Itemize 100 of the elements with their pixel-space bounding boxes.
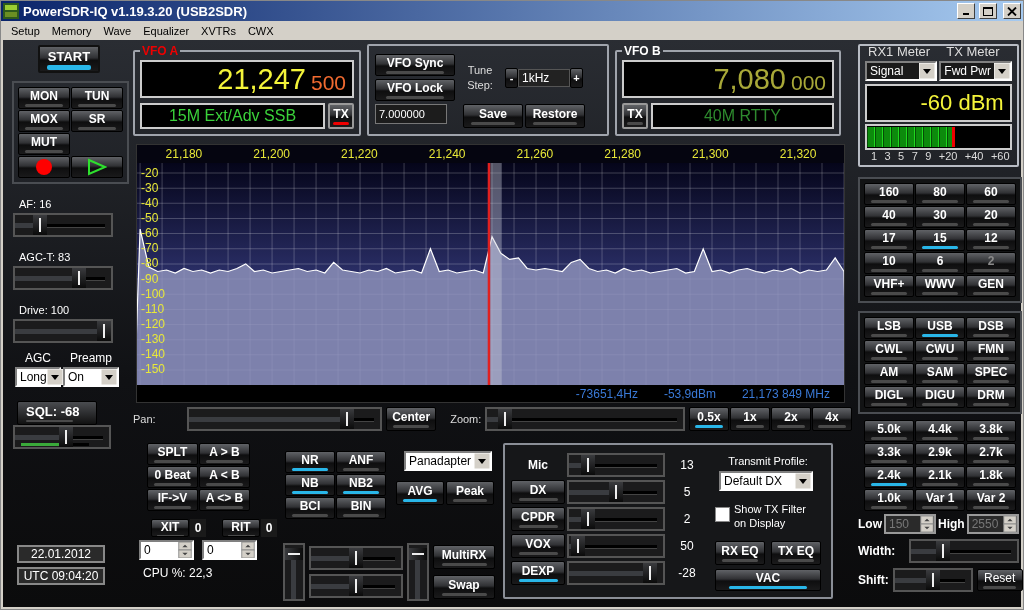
- zoom-button[interactable]: 1x: [730, 407, 770, 431]
- rit-input[interactable]: 0: [202, 540, 257, 560]
- band-button[interactable]: WWV: [915, 275, 965, 297]
- multirx-button[interactable]: MultiRX: [433, 545, 495, 569]
- mode-button[interactable]: CWU: [915, 340, 965, 362]
- tx-meter-dropdown[interactable]: Fwd Pwr: [939, 61, 1012, 81]
- agc-dropdown[interactable]: Long: [15, 367, 61, 387]
- dsp-button[interactable]: BIN: [336, 497, 386, 519]
- vfo-button[interactable]: SPLT: [147, 443, 198, 465]
- slider-thumb[interactable]: [59, 427, 73, 447]
- vfo-lock-button[interactable]: VFO Lock: [375, 79, 455, 101]
- filter-button[interactable]: Var 2: [966, 489, 1016, 511]
- toggle-button[interactable]: TUN: [71, 87, 123, 109]
- band-button[interactable]: 160: [864, 183, 914, 205]
- eq-button[interactable]: TX EQ: [771, 540, 821, 565]
- tx-button[interactable]: TX: [622, 103, 648, 129]
- filter-button[interactable]: 2.1k: [915, 466, 965, 488]
- squelch-button[interactable]: SQL: -68: [17, 401, 97, 425]
- band-button[interactable]: 80: [915, 183, 965, 205]
- zoom-button[interactable]: 4x: [812, 407, 852, 431]
- dsp-button[interactable]: BCI: [285, 497, 335, 519]
- filter-button[interactable]: 2.9k: [915, 443, 965, 465]
- vfo-button[interactable]: 0 Beat: [147, 466, 198, 488]
- reset-button[interactable]: Reset: [976, 569, 1023, 591]
- band-button[interactable]: 10: [864, 252, 914, 274]
- transmit-slider[interactable]: [567, 561, 665, 585]
- filter-button[interactable]: 3.8k: [966, 420, 1016, 442]
- balance-slider[interactable]: [309, 546, 403, 570]
- filter-button[interactable]: 2.7k: [966, 443, 1016, 465]
- toggle-button[interactable]: MOX: [18, 110, 70, 132]
- band-button[interactable]: 60: [966, 183, 1016, 205]
- slider-thumb[interactable]: [571, 536, 586, 556]
- volume-slider[interactable]: [407, 543, 429, 601]
- squelch-slider[interactable]: [13, 425, 111, 449]
- vac-button[interactable]: VAC: [715, 568, 821, 591]
- slider-thumb[interactable]: [409, 548, 427, 561]
- vfo-button[interactable]: A > B: [199, 443, 250, 465]
- start-button[interactable]: START: [38, 45, 100, 73]
- slider-thumb[interactable]: [609, 482, 623, 502]
- vfo-button[interactable]: IF->V: [147, 489, 198, 511]
- eq-button[interactable]: RX EQ: [715, 540, 765, 565]
- transmit-slider[interactable]: [567, 453, 665, 477]
- band-button[interactable]: 40: [864, 206, 914, 228]
- checkbox[interactable]: [715, 507, 730, 522]
- processor-button[interactable]: CPDR: [511, 507, 565, 531]
- band-button[interactable]: 15: [915, 229, 965, 251]
- mode-button[interactable]: FMN: [966, 340, 1016, 362]
- vfo-sync-button[interactable]: VFO Sync: [375, 54, 455, 76]
- slider-thumb[interactable]: [72, 268, 87, 288]
- band-button[interactable]: 20: [966, 206, 1016, 228]
- slider-thumb[interactable]: [97, 321, 111, 341]
- vfo-button[interactable]: A <> B: [199, 489, 250, 511]
- display-mode-dropdown[interactable]: Panadapter: [404, 451, 492, 471]
- slider-thumb[interactable]: [581, 509, 595, 529]
- processor-button[interactable]: DEXP: [511, 561, 565, 585]
- restore-button[interactable]: Restore: [525, 104, 585, 128]
- vfo-button[interactable]: A < B: [199, 466, 250, 488]
- swap-button[interactable]: Swap: [433, 575, 495, 599]
- processor-button[interactable]: DX: [511, 480, 565, 504]
- rx-meter-dropdown[interactable]: Signal: [865, 61, 938, 81]
- processor-button[interactable]: VOX: [511, 534, 565, 558]
- tx-button[interactable]: TX: [328, 103, 354, 129]
- record-button[interactable]: [18, 156, 70, 178]
- slider[interactable]: [13, 319, 113, 343]
- slider-thumb[interactable]: [642, 563, 657, 583]
- xit-input[interactable]: 0: [139, 540, 194, 560]
- menu-item[interactable]: XVTRs: [195, 24, 242, 37]
- slider-thumb[interactable]: [33, 215, 48, 235]
- mode-button[interactable]: LSB: [864, 317, 914, 339]
- play-button[interactable]: [71, 156, 123, 178]
- band-button[interactable]: 6: [915, 252, 965, 274]
- mode-button[interactable]: CWL: [864, 340, 914, 362]
- slider-thumb[interactable]: [498, 409, 513, 429]
- slider[interactable]: [13, 266, 113, 290]
- mode-button[interactable]: AM: [864, 363, 914, 385]
- mode-button[interactable]: DRM: [966, 386, 1016, 408]
- band-button[interactable]: 30: [915, 206, 965, 228]
- transmit-slider[interactable]: [567, 480, 665, 504]
- display-button[interactable]: Peak: [446, 481, 494, 505]
- toggle-button[interactable]: MUT: [18, 133, 70, 155]
- mode-button[interactable]: SAM: [915, 363, 965, 385]
- width-slider[interactable]: [909, 539, 1020, 563]
- slider[interactable]: [13, 213, 113, 237]
- close-button[interactable]: [1003, 3, 1021, 19]
- slider-thumb[interactable]: [339, 409, 354, 429]
- slider-thumb[interactable]: [936, 541, 951, 561]
- slider-thumb[interactable]: [925, 570, 940, 590]
- mode-button[interactable]: DIGL: [864, 386, 914, 408]
- rit-button[interactable]: RIT: [222, 519, 260, 537]
- menu-item[interactable]: Wave: [97, 24, 138, 37]
- band-button[interactable]: GEN: [966, 275, 1016, 297]
- slider-thumb[interactable]: [285, 548, 303, 561]
- band-button[interactable]: 12: [966, 229, 1016, 251]
- mode-button[interactable]: SPEC: [966, 363, 1016, 385]
- zoom-slider[interactable]: [485, 407, 685, 431]
- maximize-button[interactable]: [979, 3, 997, 19]
- step-up-button[interactable]: +: [570, 67, 583, 88]
- zoom-button[interactable]: 2x: [771, 407, 811, 431]
- menu-item[interactable]: Memory: [45, 24, 98, 37]
- menu-item[interactable]: CWX: [241, 24, 280, 37]
